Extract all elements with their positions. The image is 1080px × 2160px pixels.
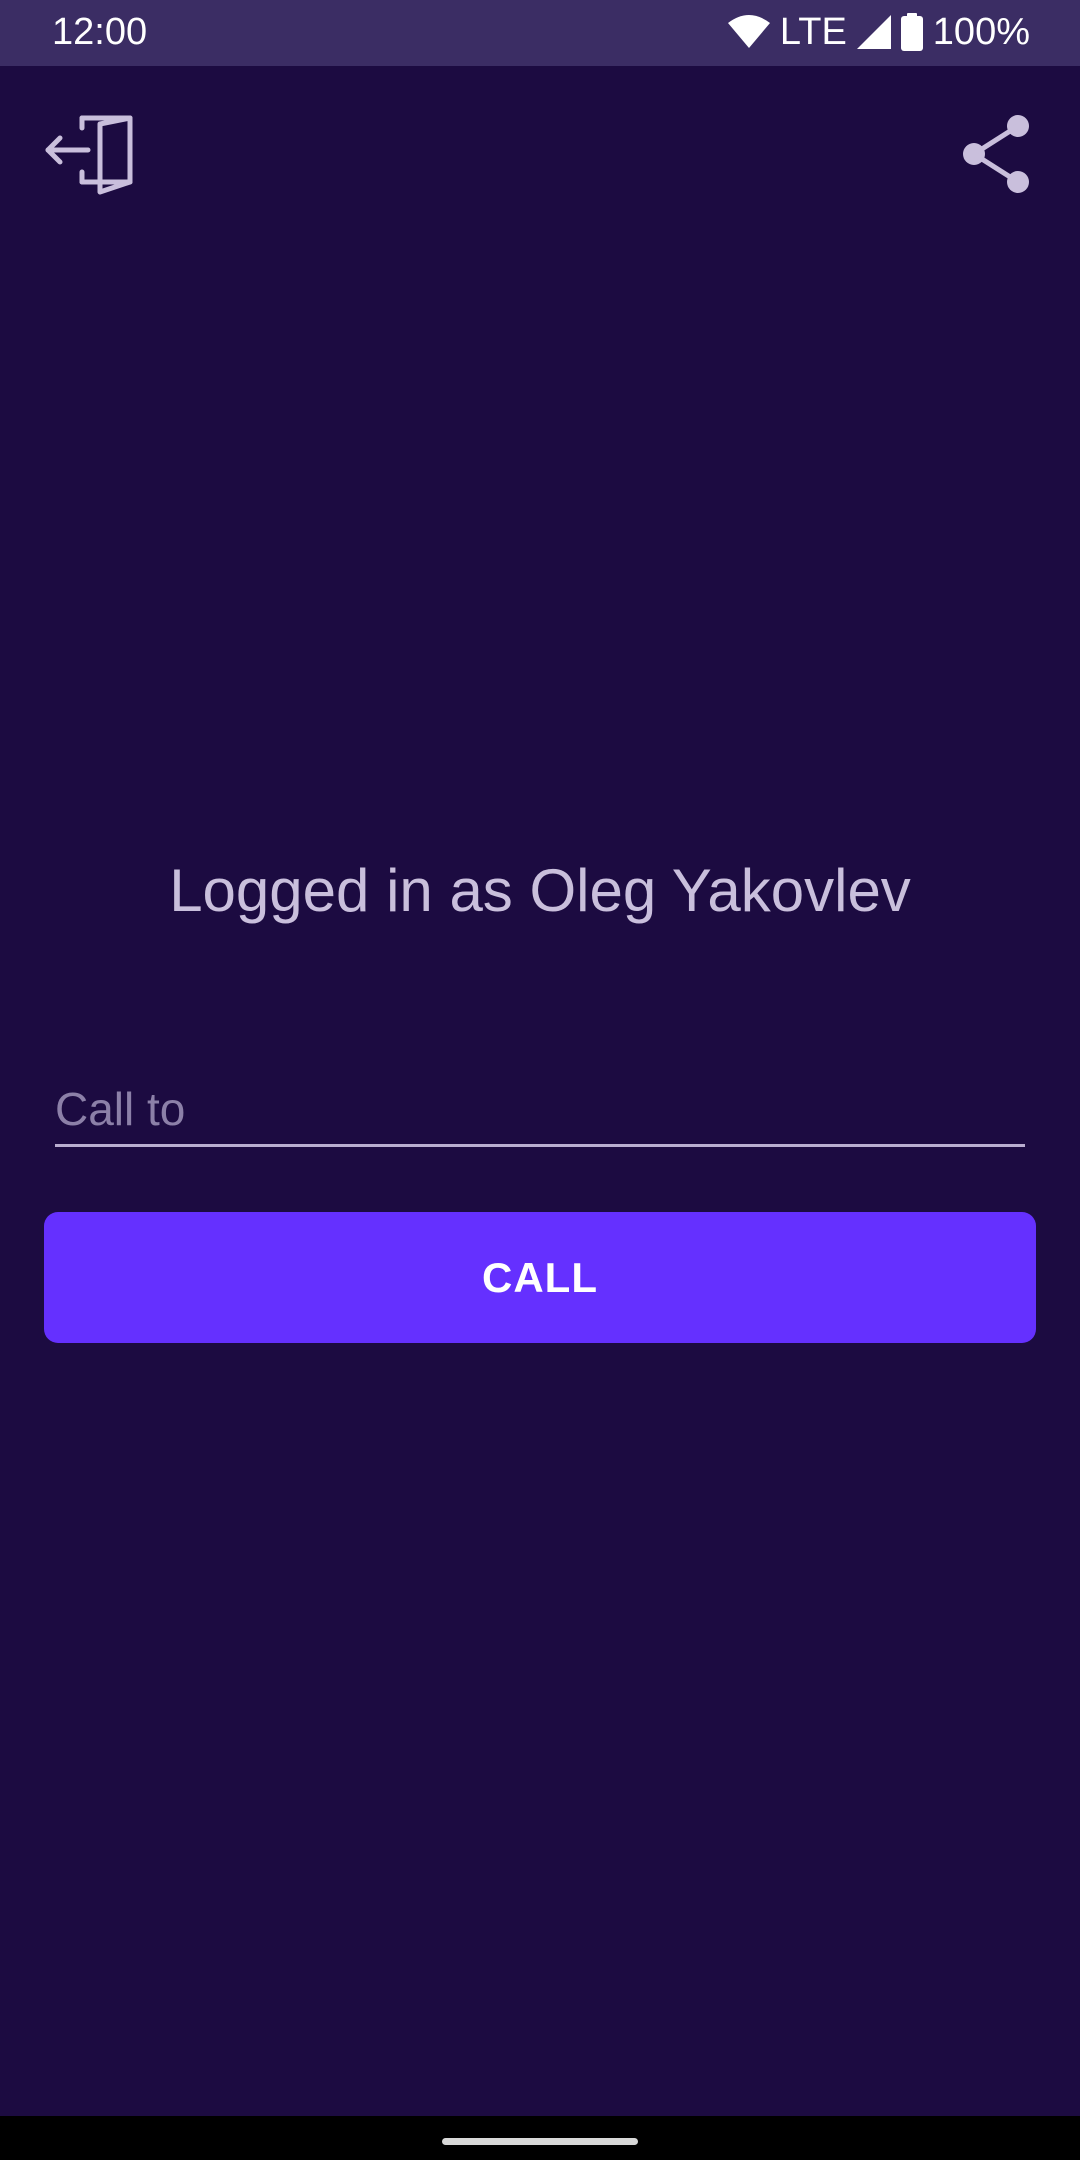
call-to-field[interactable]	[55, 1075, 1025, 1147]
status-bar: 12:00 LTE 100%	[0, 0, 1080, 66]
home-gesture-handle[interactable]	[442, 2138, 638, 2145]
share-icon	[963, 115, 1029, 193]
logout-door-icon	[45, 115, 133, 195]
battery-icon	[900, 13, 923, 51]
logout-button[interactable]	[30, 94, 150, 214]
share-button[interactable]	[936, 94, 1056, 214]
navigation-bar	[0, 2116, 1080, 2160]
network-type: LTE	[779, 11, 847, 53]
status-indicators: LTE 100%	[727, 8, 1030, 56]
signal-icon	[856, 15, 891, 49]
wifi-icon	[727, 15, 770, 48]
call-button[interactable]: CALL	[44, 1212, 1036, 1343]
call-to-input[interactable]	[55, 1075, 1025, 1143]
status-time: 12:00	[52, 11, 148, 53]
battery-percent: 100%	[932, 11, 1030, 53]
logged-in-label: Logged in as Oleg Yakovlev	[169, 857, 911, 924]
call-screen: 12:00 LTE 100% Logged in as Oleg Yakovle…	[0, 0, 1080, 2160]
